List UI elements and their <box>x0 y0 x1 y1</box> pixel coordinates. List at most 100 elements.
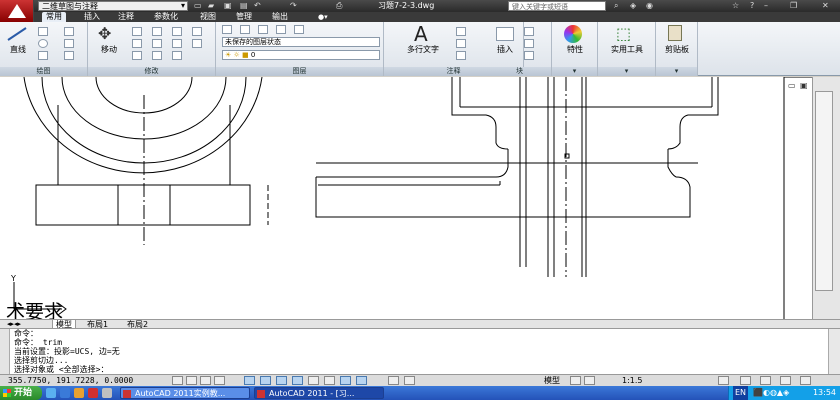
layers-panel-title[interactable]: 图层 <box>216 67 383 76</box>
transparency-toggle[interactable] <box>356 376 367 385</box>
restore-icon[interactable]: ❐ <box>790 0 797 12</box>
layer-off-icon[interactable] <box>294 25 304 34</box>
utilities-icon[interactable]: ⬚ <box>616 24 631 43</box>
ribbon-options-icon[interactable]: ●▾ <box>314 12 332 22</box>
offset-icon[interactable] <box>192 39 202 48</box>
infer-constraints-toggle[interactable] <box>172 376 183 385</box>
polyline-icon[interactable] <box>38 27 48 36</box>
quicklaunch-ie-icon[interactable] <box>60 388 70 398</box>
quick-view-drawings-icon[interactable] <box>584 376 595 385</box>
taskbar-item-tutorial[interactable]: AutoCAD 2011实例教... <box>120 387 250 399</box>
edit-block-icon[interactable] <box>524 39 534 48</box>
quick-properties-toggle[interactable] <box>388 376 399 385</box>
open-file-icon[interactable]: ▰ <box>208 1 214 11</box>
clipboard-panel-expander[interactable]: ▾ <box>656 67 697 76</box>
create-block-icon[interactable] <box>524 27 534 36</box>
quick-view-layouts-icon[interactable] <box>570 376 581 385</box>
table-icon[interactable] <box>456 51 466 60</box>
draw-panel-title[interactable]: 绘图 <box>0 67 87 76</box>
save-icon[interactable]: ▣ <box>224 1 232 11</box>
line-button-label[interactable]: 直线 <box>4 44 32 55</box>
save-as-icon[interactable]: ▤ <box>240 1 248 11</box>
dimension-icon[interactable] <box>456 27 466 36</box>
lock-ui-icon[interactable] <box>740 376 751 385</box>
taskbar-item-autocad[interactable]: AutoCAD 2011 - [习... <box>254 387 384 399</box>
undo-icon[interactable]: ↶ <box>254 1 261 11</box>
hardware-acceleration-icon[interactable] <box>780 376 791 385</box>
3d-osnap-toggle[interactable] <box>276 376 287 385</box>
mtext-button-label[interactable]: 多行文字 <box>398 44 448 55</box>
block-panel-title[interactable]: 块 <box>488 67 551 76</box>
ellipse-icon[interactable] <box>64 51 74 60</box>
command-window[interactable]: 命令： 命令： trim 当前设置：投影=UCS, 边=无 选择剪切边... 选… <box>0 328 840 375</box>
edit-attributes-icon[interactable] <box>524 51 534 60</box>
copy-icon[interactable] <box>132 39 142 48</box>
vertical-scrollbar[interactable] <box>812 77 840 319</box>
insert-block-icon[interactable] <box>496 27 514 41</box>
layer-state-dropdown[interactable]: 未保存的图层状态 <box>222 37 380 47</box>
selection-cycling-toggle[interactable] <box>404 376 415 385</box>
erase-icon[interactable] <box>172 27 182 36</box>
osnap-toggle[interactable] <box>260 376 271 385</box>
tab-view[interactable]: 视图 <box>196 12 220 22</box>
move-button-label[interactable]: 移动 <box>94 44 124 55</box>
communication-icon[interactable]: ◉ <box>646 0 653 12</box>
insert-button-label[interactable]: 插入 <box>490 44 520 55</box>
search-icon[interactable]: ⌕ <box>614 0 618 12</box>
circle-icon[interactable] <box>38 39 48 48</box>
fillet-icon[interactable] <box>172 39 182 48</box>
tab-insert[interactable]: 插入 <box>80 12 104 22</box>
layer-properties-icon[interactable] <box>222 25 232 34</box>
scroll-thumb[interactable] <box>815 91 833 291</box>
trim-icon[interactable] <box>152 27 162 36</box>
arc-icon[interactable] <box>38 51 48 60</box>
utilities-label[interactable]: 实用工具 <box>600 44 654 55</box>
subscription-icon[interactable]: ◈ <box>630 0 636 12</box>
tab-home[interactable]: 常用 <box>42 12 66 22</box>
plot-icon[interactable]: ⎙ <box>336 1 342 11</box>
command-window-grip[interactable] <box>0 329 10 375</box>
utilities-panel-expander[interactable]: ▾ <box>598 67 655 76</box>
dyn-toggle[interactable] <box>324 376 335 385</box>
ducs-toggle[interactable] <box>308 376 319 385</box>
move-icon[interactable]: ✥ <box>98 24 111 43</box>
layer-freeze-icon[interactable] <box>276 25 286 34</box>
multiline-text-icon[interactable]: A <box>414 22 428 46</box>
tab-parametric[interactable]: 参数化 <box>150 12 182 22</box>
language-indicator[interactable]: EN <box>733 386 749 400</box>
grid-toggle[interactable] <box>200 376 211 385</box>
close-icon[interactable]: ✕ <box>822 0 829 12</box>
tray-icons[interactable]: ⬛◐◍▲◈ <box>753 386 789 400</box>
ortho-toggle[interactable] <box>214 376 225 385</box>
drawing-canvas[interactable] <box>0 77 812 319</box>
quicklaunch-folder-icon[interactable] <box>74 388 84 398</box>
command-scrollbar[interactable] <box>828 329 840 375</box>
properties-icon[interactable] <box>564 25 582 43</box>
quicklaunch-app-icon[interactable] <box>88 388 98 398</box>
help-icon[interactable]: ? <box>750 0 754 12</box>
rotate-icon[interactable] <box>132 27 142 36</box>
quicklaunch-media-icon[interactable] <box>102 388 112 398</box>
properties-panel-expander[interactable]: ▾ <box>552 67 597 76</box>
scale-icon[interactable] <box>152 51 162 60</box>
minimize-icon[interactable]: – <box>764 0 768 12</box>
clean-screen-icon[interactable] <box>800 376 811 385</box>
line-tool-icon[interactable] <box>6 26 28 42</box>
workspace-switch-icon[interactable] <box>718 376 729 385</box>
tab-annotate[interactable]: 注释 <box>114 12 138 22</box>
layer-isolate-icon[interactable] <box>258 25 268 34</box>
rectangle-icon[interactable] <box>64 27 74 36</box>
command-prompt-line[interactable]: 选择对象或 <全部选择>： <box>14 365 108 374</box>
clipboard-label[interactable]: 剪贴板 <box>656 44 698 55</box>
layer-dropdown[interactable]: ☀ ☼ ■ 0 <box>222 50 380 60</box>
stretch-icon[interactable] <box>132 51 142 60</box>
clipboard-icon[interactable] <box>668 25 682 41</box>
viewport-restore-icon[interactable]: ▣ <box>800 81 808 90</box>
lineweight-toggle[interactable] <box>340 376 351 385</box>
tab-manage[interactable]: 管理 <box>232 12 256 22</box>
snap-toggle[interactable] <box>186 376 197 385</box>
polar-toggle[interactable] <box>244 376 255 385</box>
clock[interactable]: 13:54 <box>813 386 836 400</box>
quicklaunch-desktop-icon[interactable] <box>46 388 56 398</box>
modify-panel-title[interactable]: 修改 <box>88 67 215 76</box>
